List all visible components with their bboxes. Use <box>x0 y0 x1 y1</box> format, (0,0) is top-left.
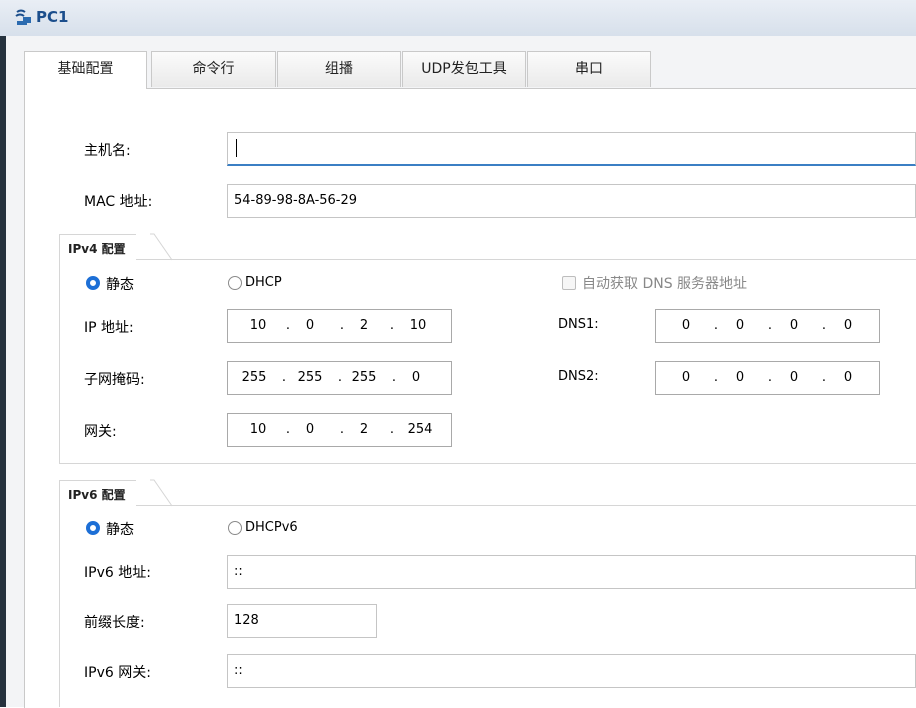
tab-slant <box>150 479 172 507</box>
tab-label: 基础配置 <box>57 61 114 77</box>
octet-dot: . <box>339 318 345 333</box>
octet-dot: . <box>713 318 719 333</box>
ip-octet-3[interactable]: 2 <box>346 310 382 342</box>
ipv4-static-label: 静态 <box>106 277 134 293</box>
octet-dot: . <box>285 422 291 437</box>
octet-dot: . <box>337 370 343 385</box>
ip-octet-4[interactable]: 10 <box>400 310 436 342</box>
dns1-octet-3[interactable]: 0 <box>776 310 812 342</box>
octet-dot: . <box>391 370 397 385</box>
auto-dns-label: 自动获取 DNS 服务器地址 <box>582 276 748 292</box>
ipv6-static-label: 静态 <box>106 522 134 538</box>
dns1-octet-2[interactable]: 0 <box>722 310 758 342</box>
ipv6-address-value: :: <box>234 564 243 579</box>
dns2-octet-1[interactable]: 0 <box>668 362 704 394</box>
dns2-octet-4[interactable]: 0 <box>830 362 866 394</box>
octet-dot: . <box>389 318 395 333</box>
prefix-length-label: 前缀长度: <box>84 615 145 631</box>
tab-label: 命令行 <box>192 61 235 77</box>
octet-dot: . <box>767 318 773 333</box>
prefix-length-value: 128 <box>234 613 259 628</box>
dns1-octet-1[interactable]: 0 <box>668 310 704 342</box>
title-bar: PC1 <box>0 0 916 37</box>
prefix-length-input[interactable]: 128 <box>227 604 377 638</box>
octet-dot: . <box>281 370 287 385</box>
octet-dot: . <box>389 422 395 437</box>
mac-label: MAC 地址: <box>84 194 153 210</box>
subnet-mask-label: 子网掩码: <box>84 372 145 388</box>
ip-octet-1[interactable]: 10 <box>240 310 276 342</box>
ipv4-dhcp-radio[interactable] <box>228 276 242 290</box>
dns1-label: DNS1: <box>558 317 599 332</box>
mask-octet-1[interactable]: 255 <box>236 362 272 394</box>
auto-dns-checkbox[interactable] <box>562 276 576 290</box>
ipv6-gateway-value: :: <box>234 663 243 678</box>
tab-udp-tool[interactable]: UDP发包工具 <box>402 51 526 87</box>
gateway-octet-4[interactable]: 254 <box>402 414 438 446</box>
ipv4-dhcp-label: DHCP <box>245 275 282 290</box>
gateway-field[interactable]: 10 . 0 . 2 . 254 <box>227 413 452 447</box>
ipv6-title: IPv6 配置 <box>68 488 126 502</box>
octet-dot: . <box>821 318 827 333</box>
dns1-octet-4[interactable]: 0 <box>830 310 866 342</box>
ipv6-dhcp-radio[interactable] <box>228 521 242 535</box>
gateway-label: 网关: <box>84 424 117 440</box>
ip-address-label: IP 地址: <box>84 320 134 336</box>
tab-basic-config[interactable]: 基础配置 <box>24 51 147 89</box>
dns2-octet-3[interactable]: 0 <box>776 362 812 394</box>
dns2-octet-2[interactable]: 0 <box>722 362 758 394</box>
mask-octet-3[interactable]: 255 <box>346 362 382 394</box>
ipv6-dhcp-label: DHCPv6 <box>245 520 298 535</box>
ipv6-gateway-input[interactable]: :: <box>227 654 916 688</box>
hostname-label: 主机名: <box>84 143 131 159</box>
mac-field[interactable]: 54-89-98-8A-56-29 <box>227 184 916 218</box>
ip-octet-2[interactable]: 0 <box>292 310 328 342</box>
ipv4-group-title: IPv4 配置 <box>59 234 136 263</box>
gateway-octet-3[interactable]: 2 <box>346 414 382 446</box>
tab-serial[interactable]: 串口 <box>527 51 651 87</box>
hostname-input[interactable] <box>227 132 916 166</box>
mask-octet-2[interactable]: 255 <box>292 362 328 394</box>
octet-dot: . <box>821 370 827 385</box>
tab-slant <box>150 233 172 261</box>
tab-label: UDP发包工具 <box>421 61 507 77</box>
gateway-octet-2[interactable]: 0 <box>292 414 328 446</box>
text-caret <box>236 139 237 157</box>
ipv6-static-radio[interactable] <box>86 521 100 535</box>
window-title: PC1 <box>36 8 69 26</box>
dns2-label: DNS2: <box>558 369 599 384</box>
ipv4-title: IPv4 配置 <box>68 242 126 256</box>
gateway-octet-1[interactable]: 10 <box>240 414 276 446</box>
pc-network-icon <box>14 9 34 27</box>
ipv6-address-label: IPv6 地址: <box>84 565 151 581</box>
dns1-field[interactable]: 0 . 0 . 0 . 0 <box>655 309 880 343</box>
ip-address-field[interactable]: 10 . 0 . 2 . 10 <box>227 309 452 343</box>
tab-label: 组播 <box>325 61 353 77</box>
ipv4-static-radio[interactable] <box>86 276 100 290</box>
octet-dot: . <box>767 370 773 385</box>
tab-command-line[interactable]: 命令行 <box>151 51 276 87</box>
dns2-field[interactable]: 0 . 0 . 0 . 0 <box>655 361 880 395</box>
subnet-mask-field[interactable]: 255 . 255 . 255 . 0 <box>227 361 452 395</box>
ipv6-address-input[interactable]: :: <box>227 555 916 589</box>
ipv6-group-title: IPv6 配置 <box>59 480 136 509</box>
octet-dot: . <box>713 370 719 385</box>
tab-multicast[interactable]: 组播 <box>277 51 401 87</box>
ipv6-gateway-label: IPv6 网关: <box>84 665 151 681</box>
mac-value: 54-89-98-8A-56-29 <box>234 193 358 208</box>
octet-dot: . <box>285 318 291 333</box>
mask-octet-4[interactable]: 0 <box>398 362 434 394</box>
octet-dot: . <box>339 422 345 437</box>
tab-label: 串口 <box>575 61 603 77</box>
